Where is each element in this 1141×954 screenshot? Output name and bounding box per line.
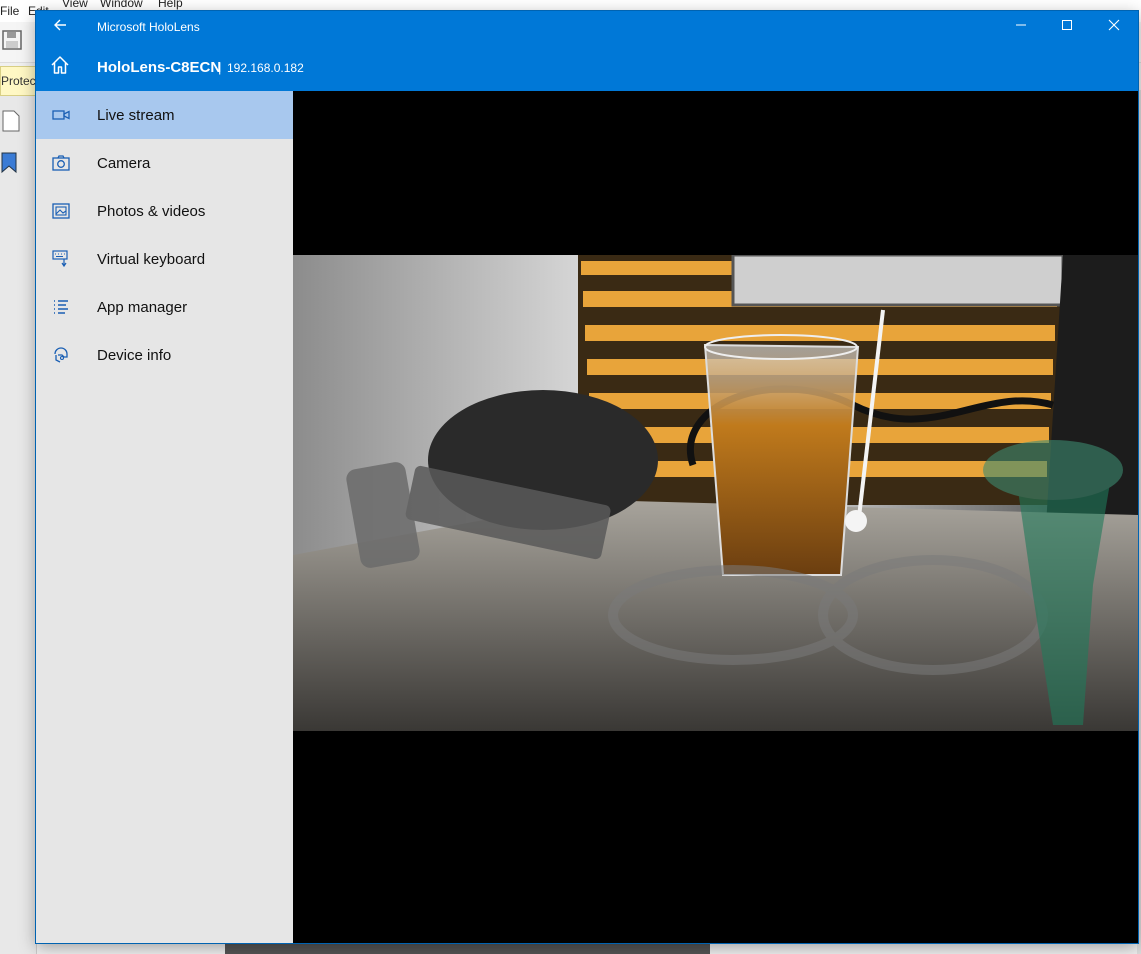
save-icon[interactable] [2,30,22,55]
sidebar-item-device-info[interactable]: Device info [36,331,293,379]
page-icon[interactable] [2,110,20,137]
background-left-panel [0,96,37,954]
device-header: HoloLens-C8ECN | 192.168.0.182 [36,43,1138,91]
home-button[interactable] [36,43,84,91]
list-icon [52,297,70,317]
minimize-icon [1015,18,1027,36]
title-bar: Microsoft HoloLens [36,11,1138,43]
app-title: Microsoft HoloLens [97,20,200,34]
header-separator: | [218,60,222,75]
close-icon [1108,18,1120,36]
sidebar-item-label: App manager [97,299,188,316]
live-stream-frame [293,255,1138,731]
maximize-icon [1061,18,1073,36]
background-menu-file[interactable]: File [0,4,19,18]
sidebar-item-photos-videos[interactable]: Photos & videos [36,187,293,235]
background-scrollbar[interactable] [225,944,710,954]
live-stream-view[interactable] [293,91,1138,943]
keyboard-icon [52,249,70,269]
video-camera-icon [52,105,70,125]
background-menu-view[interactable]: View [62,0,88,10]
sidebar-item-label: Camera [97,155,151,172]
close-button[interactable] [1091,11,1137,43]
sidebar-item-label: Photos & videos [97,203,206,220]
maximize-button[interactable] [1044,11,1090,43]
device-ip: 192.168.0.182 [227,61,304,75]
device-info-icon [52,345,70,365]
background-menu-window[interactable]: Window [100,0,143,10]
sidebar-item-label: Device info [97,347,172,364]
sidebar-item-app-manager[interactable]: App manager [36,283,293,331]
sidebar: Live stream Camera Photos & videos Virtu… [36,91,293,943]
sidebar-item-label: Live stream [97,107,175,124]
hololens-window: Microsoft HoloLens HoloLens-C8ECN | 192.… [36,11,1138,943]
mixed-reality-video-frame [293,255,1138,731]
back-button[interactable] [36,11,84,43]
minimize-button[interactable] [998,11,1044,43]
camera-icon [52,153,70,173]
sidebar-item-live-stream[interactable]: Live stream [36,91,293,139]
background-menu-help[interactable]: Help [158,0,183,10]
sidebar-item-virtual-keyboard[interactable]: Virtual keyboard [36,235,293,283]
bookmark-icon[interactable] [0,152,18,179]
device-name: HoloLens-C8ECN [97,59,222,76]
sidebar-item-label: Virtual keyboard [97,251,206,268]
home-icon [50,55,70,80]
sidebar-item-camera[interactable]: Camera [36,139,293,187]
back-arrow-icon [53,18,67,37]
photos-icon [52,201,70,221]
